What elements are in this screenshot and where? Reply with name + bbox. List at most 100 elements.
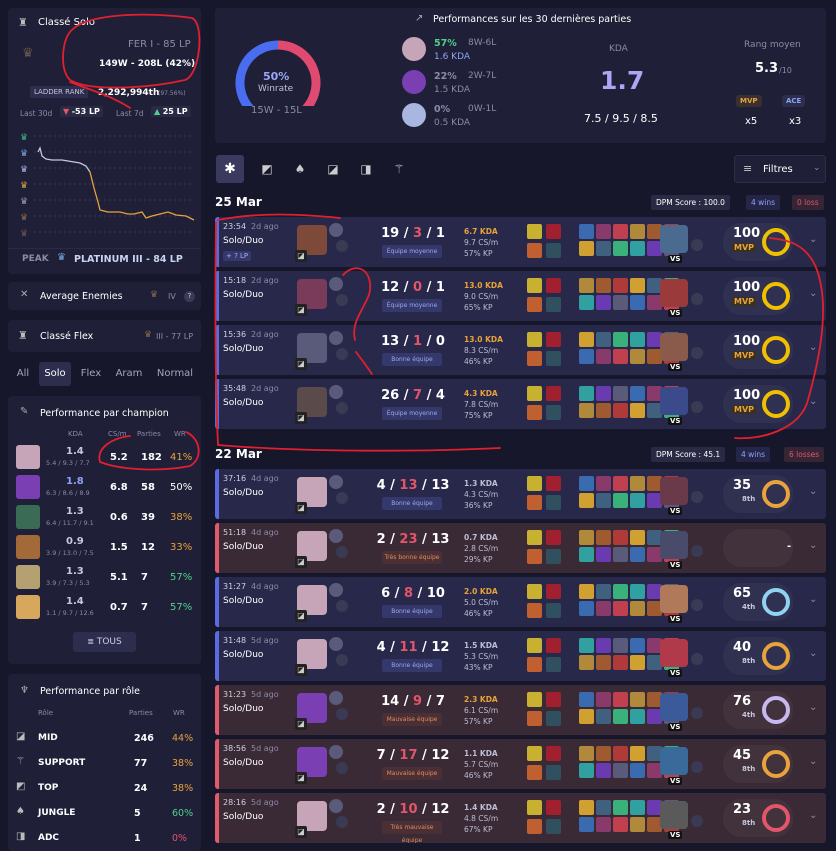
tab-solo[interactable]: Solo xyxy=(39,362,71,386)
tab-flex[interactable]: Flex xyxy=(74,362,108,386)
expand-chevron-icon[interactable]: ⌄ xyxy=(809,234,817,245)
rune-icon xyxy=(336,492,348,504)
match-row[interactable]: 51:18 4d ago Solo/Duo ◪ 2 / 23 / 13 Très… xyxy=(215,523,826,573)
game-rank: 8th xyxy=(742,495,756,503)
filter-top-role[interactable]: ◩ xyxy=(253,155,281,183)
expand-chevron-icon[interactable]: ⌄ xyxy=(809,288,817,299)
team-rating: Très bonne équipe xyxy=(382,551,442,564)
item-slot xyxy=(613,349,628,364)
role-badge-icon: ◪ xyxy=(295,502,307,514)
champion-row[interactable]: 0.9 3.9 / 13.0 / 7.5 1.5 12 33% xyxy=(8,534,201,562)
filters-button[interactable]: ≡ Filtres ⌄ xyxy=(734,155,826,183)
score-card xyxy=(723,529,793,567)
game-rank: MVP xyxy=(732,297,757,306)
tab-normal[interactable]: Normal xyxy=(151,362,199,386)
match-row[interactable]: 15:18 2d ago Solo/Duo ◪ 12 / 0 / 1 Équip… xyxy=(215,271,826,321)
role-row[interactable]: ◪ MID 246 44% xyxy=(8,729,201,749)
summary-champion[interactable]: 0% 0W-1L 0.5 KDA xyxy=(402,102,522,132)
role-icon: ◩ xyxy=(16,781,26,792)
role-row[interactable]: ⚚ SUPPORT 77 38% xyxy=(8,754,201,774)
expand-chevron-icon[interactable]: ⌄ xyxy=(809,396,817,407)
item-slot xyxy=(630,655,645,670)
summary-champion[interactable]: 22% 2W-7L 1.5 KDA xyxy=(402,69,522,99)
item-slot xyxy=(596,295,611,310)
ranked-flex-panel[interactable]: ♜ Classé Flex ♛ III - 77 LP xyxy=(8,320,201,352)
champion-row[interactable]: 1.4 1.1 / 9.7 / 12.6 0.7 7 57% xyxy=(8,594,201,622)
item-slot xyxy=(579,295,594,310)
champion-kda: 0.9 xyxy=(66,536,84,547)
vs-label: VS xyxy=(668,615,683,623)
role-games: 24 xyxy=(134,783,148,794)
role-games: 5 xyxy=(134,808,141,819)
expand-chevron-icon[interactable]: ⌄ xyxy=(809,702,817,713)
item-slot xyxy=(613,493,628,508)
expand-chevron-icon[interactable]: ⌄ xyxy=(809,810,817,821)
champion-kda-detail: 3.9 / 7.3 / 5.3 xyxy=(46,579,90,587)
item-slot xyxy=(596,493,611,508)
item-slot xyxy=(630,332,645,347)
item-slot xyxy=(613,709,628,724)
expand-chevron-icon[interactable]: ⌄ xyxy=(809,756,817,767)
tab-all[interactable]: All xyxy=(10,362,36,386)
item-slot xyxy=(613,547,628,562)
expand-chevron-icon[interactable]: ⌄ xyxy=(809,594,817,605)
match-row[interactable]: 31:23 5d ago Solo/Duo ◪ 14 / 9 / 7 Mauva… xyxy=(215,685,826,735)
item-slot xyxy=(613,800,628,815)
match-row[interactable]: 38:56 5d ago Solo/Duo ◪ 7 / 17 / 12 Mauv… xyxy=(215,739,826,789)
match-row[interactable]: 28:16 5d ago Solo/Duo ◪ 2 / 10 / 12 Très… xyxy=(215,793,826,843)
item-slot xyxy=(579,584,594,599)
expand-chevron-icon[interactable]: ⌄ xyxy=(809,540,817,551)
filter-adc-role[interactable]: ◨ xyxy=(352,155,380,183)
item-slot xyxy=(596,332,611,347)
filter-jungle-role[interactable]: ♠ xyxy=(286,155,314,183)
role-row[interactable]: ♠ JUNGLE 5 60% xyxy=(8,804,201,824)
game-kda: 7 / 17 / 12 xyxy=(376,748,450,763)
help-icon[interactable]: ? xyxy=(184,291,195,302)
game-kda: 4 / 11 / 12 xyxy=(376,640,450,655)
opponent-spell-icon xyxy=(691,347,703,359)
average-enemies-panel[interactable]: ✕ Average Enemies ♛ IV ? xyxy=(8,282,201,310)
role-row[interactable]: ◨ ADC 1 0% xyxy=(8,829,201,849)
game-ago: 5d ago xyxy=(251,744,279,753)
svg-text:♛: ♛ xyxy=(20,197,28,207)
role-row[interactable]: ◩ TOP 24 38% xyxy=(8,779,201,799)
item-slot xyxy=(630,476,645,491)
filter-mid-role[interactable]: ◪ xyxy=(319,155,347,183)
summoner-spell-icon xyxy=(329,745,343,759)
expand-chevron-icon[interactable]: ⌄ xyxy=(809,648,817,659)
game-rank: MVP xyxy=(732,405,757,414)
tab-aram[interactable]: Aram xyxy=(111,362,147,386)
game-rank: 8th xyxy=(742,819,756,827)
expand-chevron-icon[interactable]: ⌄ xyxy=(809,342,817,353)
opponent-portrait xyxy=(660,639,688,667)
item-slot xyxy=(579,224,594,239)
champion-row[interactable]: 1.8 6.3 / 8.6 / 8.9 6.8 58 50% xyxy=(8,474,201,502)
summary-champion[interactable]: 57% 8W-6L 1.6 KDA xyxy=(402,36,522,66)
filter-all-roles[interactable]: ✱ xyxy=(216,155,244,183)
champion-row[interactable]: 1.3 3.9 / 7.3 / 5.3 5.1 7 57% xyxy=(8,564,201,592)
all-champions-button[interactable]: ≣ TOUS xyxy=(73,632,136,652)
match-row[interactable]: 35:48 2d ago Solo/Duo ◪ 26 / 7 / 4 Équip… xyxy=(215,379,826,429)
summary-champion-kda: 1.5 KDA xyxy=(434,85,471,95)
champion-row[interactable]: 1.4 5.4 / 9.3 / 7.7 5.2 182 41% xyxy=(8,444,201,472)
match-row[interactable]: 31:48 5d ago Solo/Duo ◪ 4 / 11 / 12 Bonn… xyxy=(215,631,826,681)
header-role-games: Parties xyxy=(129,709,153,717)
item-slot xyxy=(613,584,628,599)
game-duration: 15:18 xyxy=(223,276,247,285)
game-score: 23 xyxy=(733,802,752,817)
match-row[interactable]: 23:54 2d ago Solo/Duo + ? LP ◪ 19 / 3 / … xyxy=(215,217,826,267)
game-queue: Solo/Duo xyxy=(223,488,264,498)
opponent-spell-icon xyxy=(691,815,703,827)
filter-support-role[interactable]: ⚚ xyxy=(385,155,413,183)
match-row[interactable]: 15:36 2d ago Solo/Duo ◪ 13 / 1 / 0 Bonne… xyxy=(215,325,826,375)
item-slot xyxy=(596,655,611,670)
rune-primary-icon xyxy=(527,351,542,366)
rune-secondary-icon xyxy=(546,243,561,258)
expand-chevron-icon[interactable]: ⌄ xyxy=(809,486,817,497)
match-row[interactable]: 31:27 4d ago Solo/Duo ◪ 6 / 8 / 10 Bonne… xyxy=(215,577,826,627)
item-slot xyxy=(630,547,645,562)
champion-row[interactable]: 1.3 6.4 / 11.7 / 9.1 0.6 39 38% xyxy=(8,504,201,532)
day-header: 22 Mar DPM Score : 45.1 4 wins 6 losses xyxy=(215,446,826,464)
match-row[interactable]: 37:16 4d ago Solo/Duo ◪ 4 / 13 / 13 Bonn… xyxy=(215,469,826,519)
score-ring xyxy=(762,480,790,508)
